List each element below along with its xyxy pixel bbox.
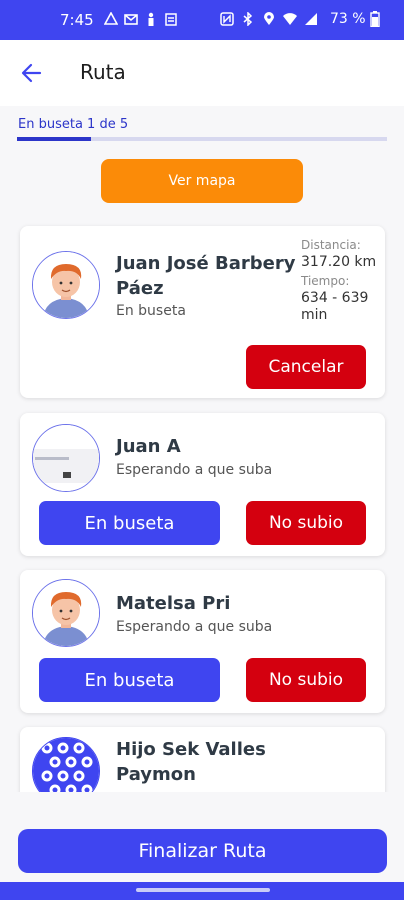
boy-avatar-icon (33, 580, 99, 646)
time-value: 634 - 639 min (301, 290, 369, 323)
avatar (32, 424, 100, 492)
not-boarded-button[interactable]: No subio (246, 501, 366, 545)
not-boarded-button[interactable]: No subio (246, 658, 366, 702)
system-icons (220, 12, 318, 26)
scroll-edge (0, 792, 404, 822)
passenger-card: Matelsa Pri Esperando a que suba En buse… (20, 570, 385, 713)
cancel-button[interactable]: Cancelar (246, 345, 366, 389)
passenger-card: Juan A Esperando a que suba En buseta No… (20, 413, 385, 556)
gmail-icon (124, 14, 138, 25)
progress-fill (17, 137, 91, 141)
passenger-card: Juan José Barbery Páez En buseta Distanc… (20, 226, 385, 398)
page-title: Ruta (80, 60, 126, 84)
time-label: Tiempo: (301, 274, 350, 288)
progress-bar (17, 137, 387, 141)
on-bus-button[interactable]: En buseta (39, 501, 220, 545)
person-icon (148, 12, 154, 26)
avatar (32, 579, 100, 647)
status-bar: 7:45 73 % (0, 0, 404, 40)
nfc-icon (220, 12, 234, 26)
trip-info: Distancia: 317.20 km Tiempo: 634 - 639 m… (301, 237, 381, 324)
home-gesture-handle[interactable] (136, 888, 270, 892)
location-icon (264, 12, 274, 25)
finish-route-button[interactable]: Finalizar Ruta (18, 829, 387, 873)
distance-label: Distancia: (301, 238, 361, 252)
passenger-name: Hijo Sek Valles Paymon (116, 739, 266, 785)
on-bus-button[interactable]: En buseta (39, 658, 220, 702)
calendar-icon (165, 13, 177, 26)
passenger-status: Esperando a que suba (116, 619, 273, 635)
passenger-status: En buseta (116, 303, 186, 319)
boy-avatar-icon (33, 252, 99, 318)
distance-value: 317.20 km (301, 254, 377, 270)
progress-label: En buseta 1 de 5 (18, 117, 129, 132)
status-time: 7:45 (60, 11, 94, 29)
document-thumbnail-icon (33, 425, 99, 491)
battery-icon (369, 11, 380, 27)
avatar (32, 251, 100, 319)
passenger-name: Matelsa Pri (116, 593, 231, 614)
battery-percent: 73 % (330, 11, 366, 27)
passenger-name: Juan José Barbery Páez (116, 253, 296, 299)
view-map-button[interactable]: Ver mapa (101, 159, 303, 203)
bluetooth-icon (243, 12, 253, 26)
arrow-left-icon[interactable] (20, 62, 42, 84)
battery-indicator: 73 % (330, 11, 380, 27)
passenger-name: Juan A (116, 436, 181, 457)
wifi-icon (283, 13, 297, 25)
drive-icon (104, 12, 118, 25)
app-bar: Ruta (0, 40, 404, 106)
signal-icon (305, 13, 317, 25)
notification-icons (104, 12, 178, 26)
passenger-status: Esperando a que suba (116, 462, 273, 478)
